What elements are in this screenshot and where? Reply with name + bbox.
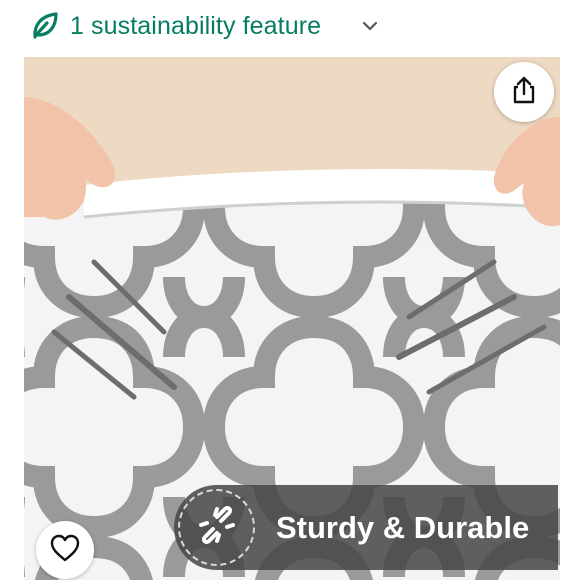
sustainability-feature-label[interactable]: 1 sustainability feature [70,10,321,42]
share-button[interactable] [494,62,554,122]
share-icon [509,75,539,110]
leaf-icon [30,10,60,40]
unbreakable-link-icon [195,503,239,552]
feature-badge-text: Sturdy & Durable [276,510,530,545]
chevron-down-icon[interactable] [362,19,378,33]
feature-badge: Sturdy & Durable [174,485,558,570]
heart-icon [50,534,80,567]
sustainability-bar[interactable]: 1 sustainability feature [0,0,580,54]
badge-icon-circle [178,489,255,566]
favorite-button[interactable] [36,521,94,579]
